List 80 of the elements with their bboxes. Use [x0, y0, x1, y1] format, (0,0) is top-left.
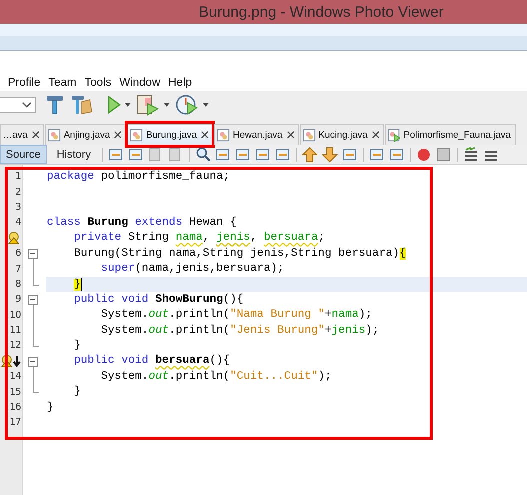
arrow-icon[interactable]: [322, 146, 338, 162]
hammer-icon[interactable]: [44, 94, 66, 116]
java-file-icon: [130, 128, 144, 142]
caret-icon[interactable]: [125, 103, 131, 107]
close-icon[interactable]: [32, 131, 40, 139]
close-icon[interactable]: [286, 131, 295, 139]
toolbar-icon[interactable]: [128, 146, 144, 162]
code-line: System.out.println("Jenis Burung"+jenis);: [100, 324, 380, 337]
line-number: 12: [10, 340, 21, 352]
clock-run-icon[interactable]: [175, 94, 199, 116]
view-tab[interactable]: Source: [0, 145, 47, 164]
caret-icon[interactable]: [164, 103, 170, 107]
line-number: 15: [10, 386, 21, 398]
fold-toggle-icon[interactable]: [28, 356, 38, 367]
line-number: 6: [15, 248, 21, 260]
toolbar-icon[interactable]: [275, 146, 292, 162]
line-number: 17: [10, 417, 21, 428]
search-icon[interactable]: [195, 146, 212, 162]
toolbar-icon[interactable]: [369, 146, 386, 162]
caret-icon[interactable]: [22, 102, 32, 108]
code-line: }: [73, 340, 81, 352]
caret-icon[interactable]: [203, 103, 209, 107]
editor-tab[interactable]: Anjing.java: [44, 124, 126, 145]
line-number: 14: [10, 371, 21, 382]
toolbar-icon[interactable]: [235, 146, 252, 162]
menu-item[interactable]: Help: [168, 77, 192, 89]
toolbar-icon[interactable]: [463, 146, 480, 162]
close-icon[interactable]: [372, 131, 380, 139]
menu-item[interactable]: Window: [120, 77, 160, 89]
toolbar-icon[interactable]: [389, 146, 406, 162]
toolbar-icon[interactable]: [342, 146, 358, 162]
menu-item[interactable]: Profile: [8, 77, 41, 89]
toolbar-icon[interactable]: [215, 146, 232, 162]
window-title: Burung.png - Windows Photo Viewer: [199, 4, 444, 20]
code-line: class Burung extends Hewan {: [47, 216, 237, 229]
code-line: }: [47, 402, 54, 414]
fold-toggle-icon[interactable]: [28, 248, 38, 259]
code-line: public void bersuara(){: [73, 355, 230, 368]
menu-item[interactable]: Team: [48, 77, 77, 89]
toolbar-icon[interactable]: [255, 146, 272, 162]
line-number: 4: [15, 217, 21, 228]
code-line: private String nama, jenis, bersuara;: [73, 232, 326, 244]
java-file-icon: [302, 128, 316, 142]
line-number: 2: [15, 186, 21, 198]
java-file-icon: [217, 128, 230, 142]
line-number: 11: [10, 325, 21, 336]
code-line: }: [73, 386, 81, 398]
fold-toggle-icon[interactable]: [28, 295, 38, 306]
record-icon[interactable]: [416, 146, 432, 162]
hammer-broom-icon[interactable]: [70, 94, 94, 116]
line-number: 9: [15, 294, 21, 306]
line-number: 10: [10, 310, 21, 321]
code-line: System.out.println("Cuit...Cuit");: [100, 370, 332, 383]
editor-tab[interactable]: Hewan.java: [214, 124, 299, 145]
menu-item[interactable]: Tools: [84, 77, 112, 89]
code-line: super(nama,jenis,bersuara);: [100, 263, 284, 276]
arrow-icon[interactable]: [302, 146, 318, 162]
code-line: package polimorfisme_fauna;: [47, 170, 230, 183]
line-number: 3: [15, 202, 21, 213]
code-line: Burung(String nama,String jenis,String bersuara){: [73, 248, 406, 260]
line-number: 1: [15, 171, 21, 182]
warning-override-icon[interactable]: [1, 354, 21, 368]
editor-tab[interactable]: …ava: [0, 124, 44, 145]
editor-tab[interactable]: Kucing.java: [300, 124, 384, 145]
close-icon[interactable]: [201, 131, 210, 139]
java-file-icon: [48, 128, 61, 142]
stop-icon[interactable]: [436, 146, 452, 162]
code-line: public void ShowBurung(){: [73, 294, 244, 306]
close-icon[interactable]: [114, 131, 122, 139]
editor-tab[interactable]: Polimorfisme_Fauna.java: [384, 124, 516, 145]
line-number: 16: [10, 402, 21, 414]
java-main-file-icon: [388, 128, 401, 142]
code-line: System.out.println("Nama Burung "+nama);: [100, 309, 372, 322]
line-number: 8: [15, 278, 21, 290]
warning-icon[interactable]: [8, 232, 21, 245]
view-tab[interactable]: History: [50, 145, 98, 164]
toolbar-icon[interactable]: [108, 146, 124, 162]
debug-run-icon[interactable]: [136, 94, 160, 116]
line-number: 7: [15, 264, 21, 275]
editor-tab[interactable]: Burung.java: [127, 124, 214, 145]
